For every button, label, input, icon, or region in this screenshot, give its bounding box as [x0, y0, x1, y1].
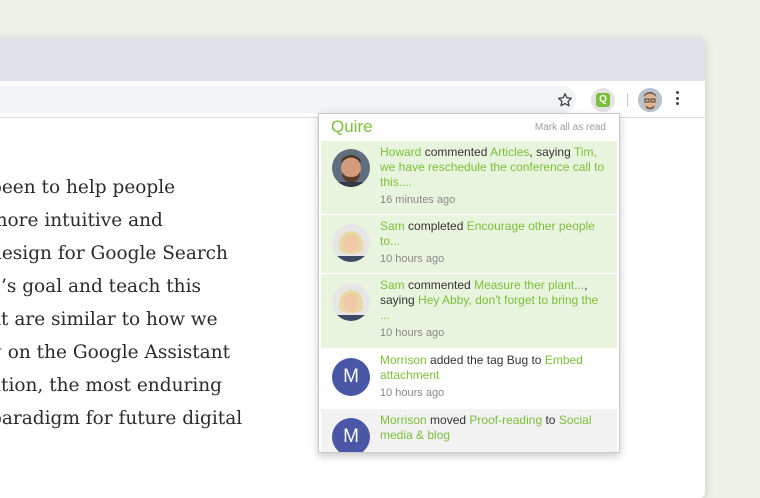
notification-text: Sam commented Measure ther plant..., say…	[380, 278, 599, 322]
article-text: been to help people more intuitive and d…	[0, 171, 290, 435]
target-link[interactable]: Measure ther plant...	[474, 278, 584, 292]
timestamp: 10 hours ago	[380, 253, 445, 265]
actor-link[interactable]: Howard	[380, 145, 421, 159]
bookmark-star-icon[interactable]	[557, 92, 573, 108]
notification-item[interactable]: M Morrison added the tag Bug to Embed at…	[321, 349, 617, 408]
target-link[interactable]: Articles	[490, 145, 529, 159]
actor-link[interactable]: Morrison	[380, 353, 427, 367]
mark-all-read-button[interactable]: Mark all as read	[535, 122, 606, 133]
target-link[interactable]: Proof-reading	[469, 413, 542, 427]
notification-item[interactable]: M Morrison moved Proof-reading to Social…	[321, 409, 617, 452]
article-line: more intuitive and	[0, 210, 163, 231]
actor-link[interactable]: Morrison	[380, 413, 427, 427]
article-line: paradigm for future digital	[0, 408, 243, 429]
notification-item[interactable]: Sam commented Measure ther plant..., say…	[321, 274, 617, 348]
quire-extension-letter: Q	[596, 93, 610, 107]
notification-item[interactable]: Howard commented Articles, saying Tim, w…	[321, 141, 617, 214]
actor-link[interactable]: Sam	[380, 278, 405, 292]
sam-avatar	[332, 224, 370, 262]
article-line: g on the Google Assistant	[0, 342, 231, 363]
notification-text: Howard commented Articles, saying Tim, w…	[380, 145, 605, 189]
quire-notifications-popup: Quire Mark all as read Howard commented …	[318, 113, 620, 453]
morrison-avatar: M	[332, 358, 370, 396]
howard-avatar	[332, 149, 370, 187]
toolbar-divider	[627, 93, 628, 107]
notification-text: Sam completed Encourage other people to.…	[380, 219, 595, 248]
quire-logo-text: Quire	[331, 117, 373, 136]
article-line: design for Google Search	[0, 243, 228, 264]
article-line: been to help people	[0, 177, 176, 198]
tab-strip	[0, 38, 705, 81]
morrison-avatar: M	[332, 418, 370, 452]
notification-item[interactable]: Sam completed Encourage other people to.…	[321, 215, 617, 273]
quire-extension-icon[interactable]: Q	[591, 88, 615, 112]
popup-header: Quire Mark all as read	[319, 114, 619, 140]
profile-avatar[interactable]	[638, 88, 662, 112]
kebab-menu-icon[interactable]	[676, 91, 680, 107]
address-bar[interactable]	[0, 86, 576, 113]
article-line: ation, the most enduring	[0, 375, 222, 396]
notification-text: Morrison added the tag Bug to Embed atta…	[380, 353, 583, 382]
timestamp: 10 hours ago	[380, 387, 445, 399]
notification-text: Morrison moved Proof-reading to Social m…	[380, 413, 592, 442]
actor-link[interactable]: Sam	[380, 219, 405, 233]
timestamp: 10 hours ago	[380, 327, 445, 339]
article-line: e’s goal and teach this	[0, 276, 202, 297]
timestamp: 16 minutes ago	[380, 194, 456, 206]
sam-avatar	[332, 283, 370, 321]
article-line: at are similar to how we	[0, 309, 218, 330]
